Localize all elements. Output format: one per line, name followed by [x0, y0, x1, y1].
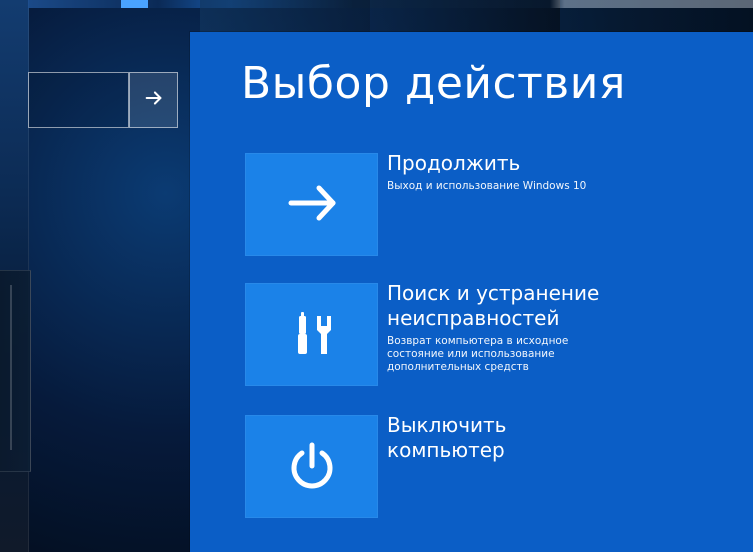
- option-continue[interactable]: Продолжить Выход и использование Windows…: [190, 151, 753, 257]
- option-label: Продолжить: [387, 151, 521, 175]
- arrow-right-icon: [143, 87, 165, 113]
- choose-action-panel: Выбор действия Продолжить Выход и исполь…: [190, 32, 753, 552]
- background-left-panel: [0, 270, 31, 472]
- continue-tile[interactable]: [245, 153, 378, 256]
- page-title: Выбор действия: [241, 58, 626, 109]
- background-tile: [560, 0, 753, 34]
- option-shutdown[interactable]: Выключить компьютер: [190, 413, 753, 519]
- background-left-line: [10, 285, 12, 450]
- option-label: Выключить компьютер: [387, 413, 507, 462]
- option-label: Поиск и устранение неисправностей: [387, 281, 600, 330]
- recovery-screen: Выбор действия Продолжить Выход и исполь…: [0, 0, 753, 552]
- tools-icon: [277, 298, 347, 372]
- shutdown-text: Выключить компьютер: [387, 413, 737, 463]
- troubleshoot-tile[interactable]: [245, 283, 378, 386]
- continue-text: Продолжить Выход и использование Windows…: [387, 151, 737, 193]
- option-troubleshoot[interactable]: Поиск и устранение неисправностей Возвра…: [190, 281, 753, 387]
- background-tile: [200, 0, 370, 34]
- power-icon: [277, 430, 347, 504]
- login-input-field[interactable]: [28, 72, 129, 128]
- arrow-right-icon: [277, 168, 347, 242]
- option-description: Выход и использование Windows 10: [387, 180, 587, 192]
- background-tile: [370, 0, 560, 34]
- troubleshoot-text: Поиск и устранение неисправностей Возвра…: [387, 281, 737, 374]
- background-top-accent: [121, 0, 148, 8]
- login-submit-button[interactable]: [129, 72, 178, 128]
- shutdown-tile[interactable]: [245, 415, 378, 518]
- option-description: Возврат компьютера в исходное состояние …: [387, 335, 569, 373]
